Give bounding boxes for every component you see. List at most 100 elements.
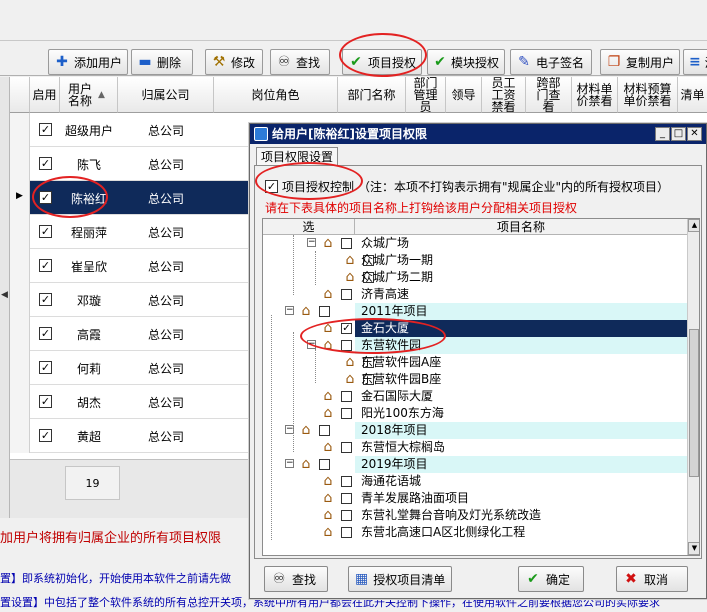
row-indicator[interactable] (10, 351, 30, 385)
add-user-button[interactable]: ✚ 添加用户 (48, 49, 128, 75)
username-cell: 崔呈欣 (70, 259, 107, 274)
row-indicator[interactable] (10, 283, 30, 317)
tree-item[interactable]: − ⌂ 众城广场 (263, 235, 687, 252)
tree-item[interactable]: ⌂ 众城广场一期 (263, 252, 687, 269)
tree-item[interactable]: ⌂ 海通花语城 (263, 473, 687, 490)
enabled-checkbox[interactable]: ✓ (39, 361, 52, 374)
ok-button[interactable]: ✔ 确定 (518, 566, 584, 592)
header-dept-admin[interactable]: 部门管理员 (406, 77, 446, 113)
header-username[interactable]: 用户名称 ▲ (60, 77, 118, 113)
tree-expander-icon[interactable]: − (285, 459, 294, 468)
project-checkbox[interactable] (341, 476, 352, 487)
row-indicator[interactable]: ▶ (10, 181, 30, 215)
row-indicator[interactable] (10, 419, 30, 453)
header-company[interactable]: 归属公司 (118, 77, 214, 113)
project-checkbox[interactable] (319, 425, 330, 436)
row-indicator[interactable] (10, 215, 30, 249)
header-material-price-hidden[interactable]: 材料单价禁看 (572, 77, 618, 113)
tree-item[interactable]: ⌂ 阳光100东方海 (263, 405, 687, 422)
scroll-down-icon[interactable]: ▼ (688, 542, 699, 555)
project-authorize-button[interactable]: ✔ 项目授权 (342, 49, 422, 75)
row-indicator[interactable] (10, 249, 30, 283)
enabled-checkbox[interactable]: ✓ (39, 157, 52, 170)
project-checkbox[interactable] (341, 527, 352, 538)
tree-scrollbar[interactable]: ▲ ▼ (687, 219, 699, 555)
tree-item[interactable]: − ⌂ 2019年项目 (263, 456, 687, 473)
tree-item[interactable]: ⌂ 东营软件园B座 (263, 371, 687, 388)
project-auth-checkbox[interactable]: ✓ (265, 179, 278, 193)
header-list[interactable]: 清单 (678, 77, 707, 113)
close-button[interactable]: ✕ (687, 127, 702, 141)
project-checkbox[interactable] (319, 306, 330, 317)
cancel-button[interactable]: ✖ 取消 (616, 566, 688, 592)
scroll-up-icon[interactable]: ▲ (688, 219, 699, 232)
e-signature-button[interactable]: ✎ 电子签名 (510, 49, 592, 75)
project-checkbox[interactable] (341, 442, 352, 453)
header-department[interactable]: 部门名称 (338, 77, 406, 113)
tree-item[interactable]: ⌂ 东营软件园A座 (263, 354, 687, 371)
username-cell: 程丽萍 (70, 225, 107, 240)
enabled-checkbox[interactable]: ✓ (39, 259, 52, 272)
enabled-checkbox[interactable]: ✓ (39, 225, 52, 238)
tree-item[interactable]: ⌂ 众城广场二期 (263, 269, 687, 286)
project-checkbox[interactable] (341, 408, 352, 419)
row-indicator[interactable] (10, 317, 30, 351)
left-collapse-strip[interactable]: ◀ (0, 77, 10, 518)
module-authorize-button[interactable]: ✔ 模块授权 (427, 49, 505, 75)
calendar-list-icon: ▦ (355, 571, 369, 587)
enabled-checkbox[interactable]: ✓ (39, 395, 52, 408)
project-checkbox[interactable] (341, 510, 352, 521)
tree-connector (293, 332, 294, 452)
header-enabled[interactable]: 启用 (30, 77, 60, 113)
tree-item[interactable]: ⌂ 青羊发展路油面项目 (263, 490, 687, 507)
project-checkbox[interactable] (341, 289, 352, 300)
row-indicator[interactable] (10, 147, 30, 181)
username-cell: 陈裕红 (70, 191, 107, 206)
enabled-checkbox[interactable]: ✓ (39, 123, 52, 136)
project-auth-label[interactable]: 项目授权控制 (282, 178, 354, 195)
tree-expander-icon[interactable]: − (307, 238, 316, 247)
edit-button[interactable]: ⚒ 修改 (205, 49, 263, 75)
tree-item[interactable]: ⌂ 东营礼堂舞台音响及灯光系统改造 (263, 507, 687, 524)
tree-item[interactable]: ⌂ 东营恒大棕榈岛 (263, 439, 687, 456)
maximize-button[interactable]: □ (671, 127, 686, 141)
enabled-checkbox[interactable]: ✓ (39, 191, 52, 204)
collapse-left-icon[interactable]: ◀ (1, 290, 8, 300)
copy-user-button[interactable]: ❐ 复制用户 (600, 49, 680, 75)
tree-expander-icon[interactable]: − (307, 340, 316, 349)
header-cross-dept[interactable]: 跨部门查看 (526, 77, 572, 113)
dialog-title-bar[interactable]: 给用户[陈裕红]设置项目权限 _ □ ✕ (250, 124, 706, 144)
list-button[interactable]: ≡ 清单 (683, 49, 707, 75)
enabled-checkbox[interactable]: ✓ (39, 327, 52, 340)
minimize-button[interactable]: _ (655, 127, 670, 141)
tree-item[interactable]: ⌂ 济青高速 (263, 286, 687, 303)
project-checkbox[interactable] (341, 238, 352, 249)
tree-item[interactable]: − ⌂ 2018年项目 (263, 422, 687, 439)
tab-project-permission[interactable]: 项目权限设置 (256, 147, 339, 166)
dialog-find-button[interactable]: ♾ 查找 (264, 566, 328, 592)
project-checkbox[interactable] (341, 391, 352, 402)
project-checkbox[interactable] (341, 340, 352, 351)
row-indicator[interactable] (10, 385, 30, 419)
row-indicator[interactable] (10, 113, 30, 147)
project-checkbox[interactable] (319, 459, 330, 470)
tree-item[interactable]: ⌂ 金石国际大厦 (263, 388, 687, 405)
project-checkbox[interactable] (341, 493, 352, 504)
header-budget-price-hidden[interactable]: 材料预算单价禁看 (618, 77, 678, 113)
header-salary-hidden[interactable]: 员工工资禁看 (482, 77, 526, 113)
tree-item[interactable]: ⌂ 东营北高速口A区北侧绿化工程 (263, 524, 687, 541)
find-button[interactable]: ♾ 查找 (270, 49, 330, 75)
tree-expander-icon[interactable]: − (285, 306, 294, 315)
authorized-list-button[interactable]: ▦ 授权项目清单 (348, 566, 452, 592)
scroll-thumb[interactable] (689, 329, 699, 477)
tree-item[interactable]: − ⌂ 2011年项目 (263, 303, 687, 320)
header-role[interactable]: 岗位角色 (214, 77, 338, 113)
enabled-checkbox[interactable]: ✓ (39, 293, 52, 306)
house-icon: ⌂ (345, 354, 355, 370)
enabled-checkbox[interactable]: ✓ (39, 429, 52, 442)
header-leader[interactable]: 领导 (446, 77, 482, 113)
delete-button[interactable]: ▬ 删除 (131, 49, 193, 75)
tree-item[interactable]: ⌂ ✓ 金石大厦 (263, 320, 687, 337)
tree-item[interactable]: − ⌂ 东营软件园 (263, 337, 687, 354)
project-checkbox[interactable]: ✓ (341, 323, 352, 334)
